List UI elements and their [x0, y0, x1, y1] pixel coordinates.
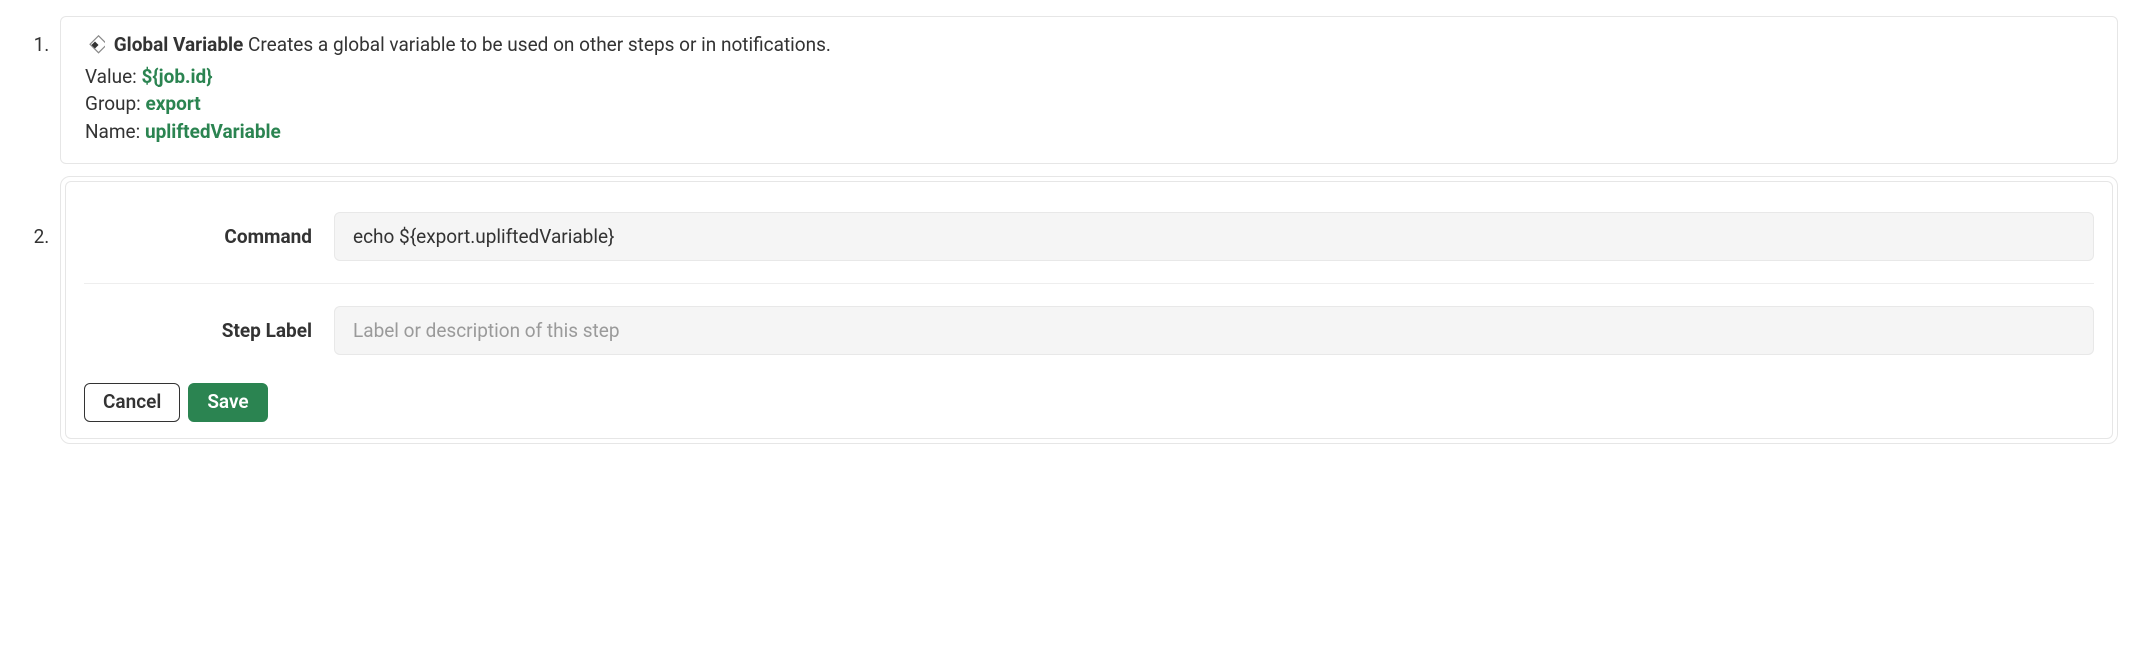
step-card-command: Command Step Label Cancel Save	[60, 176, 2118, 444]
step-title-line: Global Variable Creates a global variabl…	[85, 31, 2093, 59]
name-content: upliftedVariable	[145, 120, 281, 143]
step-card-global-variable: Global Variable Creates a global variabl…	[60, 16, 2118, 164]
steplabel-label: Step Label	[84, 319, 334, 342]
group-content: export	[146, 92, 201, 115]
group-label: Group:	[85, 92, 141, 115]
save-button[interactable]: Save	[188, 383, 267, 422]
value-label: Value:	[85, 65, 137, 88]
steplabel-input[interactable]	[334, 306, 2094, 355]
group-row: Group: export	[85, 90, 2093, 118]
step-2: Command Step Label Cancel Save	[54, 176, 2118, 444]
step-title: Global Variable	[114, 33, 244, 56]
global-variable-icon	[85, 35, 105, 55]
command-row: Command	[84, 202, 2094, 283]
steplabel-row: Step Label	[84, 283, 2094, 377]
command-input[interactable]	[334, 212, 2094, 261]
value-content: ${job.id}	[142, 65, 213, 88]
name-label: Name:	[85, 120, 140, 143]
step-description: Creates a global variable to be used on …	[248, 33, 831, 56]
cancel-button[interactable]: Cancel	[84, 383, 180, 422]
name-row: Name: upliftedVariable	[85, 118, 2093, 146]
step-editing-panel: Command Step Label Cancel Save	[65, 181, 2113, 439]
value-row: Value: ${job.id}	[85, 63, 2093, 91]
command-label: Command	[84, 225, 334, 248]
button-row: Cancel Save	[84, 383, 2094, 422]
steps-list: Global Variable Creates a global variabl…	[10, 16, 2118, 444]
step-1: Global Variable Creates a global variabl…	[54, 16, 2118, 164]
